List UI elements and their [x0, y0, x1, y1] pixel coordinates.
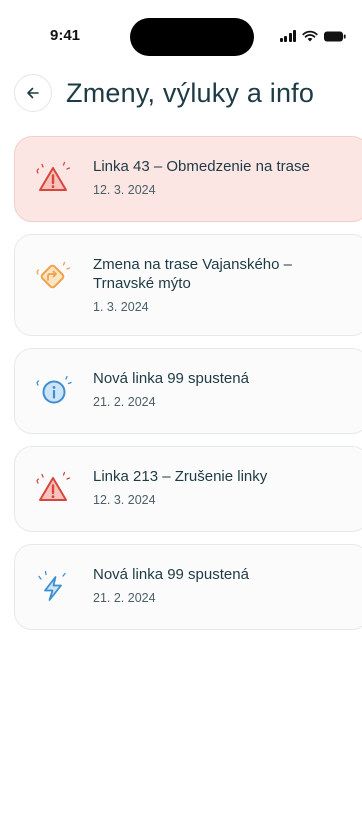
dynamic-island: [130, 18, 254, 56]
status-time: 9:41: [50, 27, 81, 44]
notification-date: 21. 2. 2024: [93, 395, 156, 409]
notification-card[interactable]: Zmena na trase Vajanského – Trnavské mýt…: [14, 234, 362, 336]
notification-card[interactable]: Linka 213 – Zrušenie linky 12. 3. 2024: [14, 446, 362, 532]
warning-triangle-icon: [36, 471, 71, 501]
back-button[interactable]: [14, 74, 52, 112]
notification-card[interactable]: Linka 43 – Obmedzenie na trase 12. 3. 20…: [14, 136, 362, 222]
lightning-icon: [38, 570, 66, 601]
status-bar: 9:41: [0, 0, 362, 60]
notification-card[interactable]: Nová linka 99 spustená 21. 2. 2024: [14, 544, 362, 630]
notification-date: 12. 3. 2024: [93, 493, 156, 507]
notification-date: 12. 3. 2024: [93, 183, 156, 197]
page-title: Zmeny, výluky a info: [66, 77, 315, 108]
info-circle-icon: [36, 375, 72, 404]
warning-triangle-icon: [36, 161, 71, 191]
notification-date: 21. 2. 2024: [93, 591, 156, 605]
notification-title: Nová linka 99 spustená: [93, 566, 249, 583]
wifi-icon: [302, 30, 318, 42]
route-change-icon: [36, 261, 71, 289]
arrow-left-icon: [27, 87, 39, 99]
notification-title: Linka 43 – Obmedzenie na trase: [93, 158, 310, 175]
status-icons: [279, 29, 347, 43]
cellular-signal-icon: [279, 30, 296, 42]
notification-title: Nová linka 99 spustená: [93, 370, 249, 387]
notification-title: Zmena na trase Vajanského – Trnavské mýt…: [93, 256, 293, 292]
notification-date: 1. 3. 2024: [93, 300, 149, 314]
page-header: Zmeny, výluky a info: [14, 74, 352, 112]
notification-list: Linka 43 – Obmedzenie na trase 12. 3. 20…: [14, 136, 362, 642]
notification-card[interactable]: Nová linka 99 spustená 21. 2. 2024: [14, 348, 362, 434]
battery-icon: [324, 31, 346, 41]
notification-title: Linka 213 – Zrušenie linky: [93, 468, 268, 485]
